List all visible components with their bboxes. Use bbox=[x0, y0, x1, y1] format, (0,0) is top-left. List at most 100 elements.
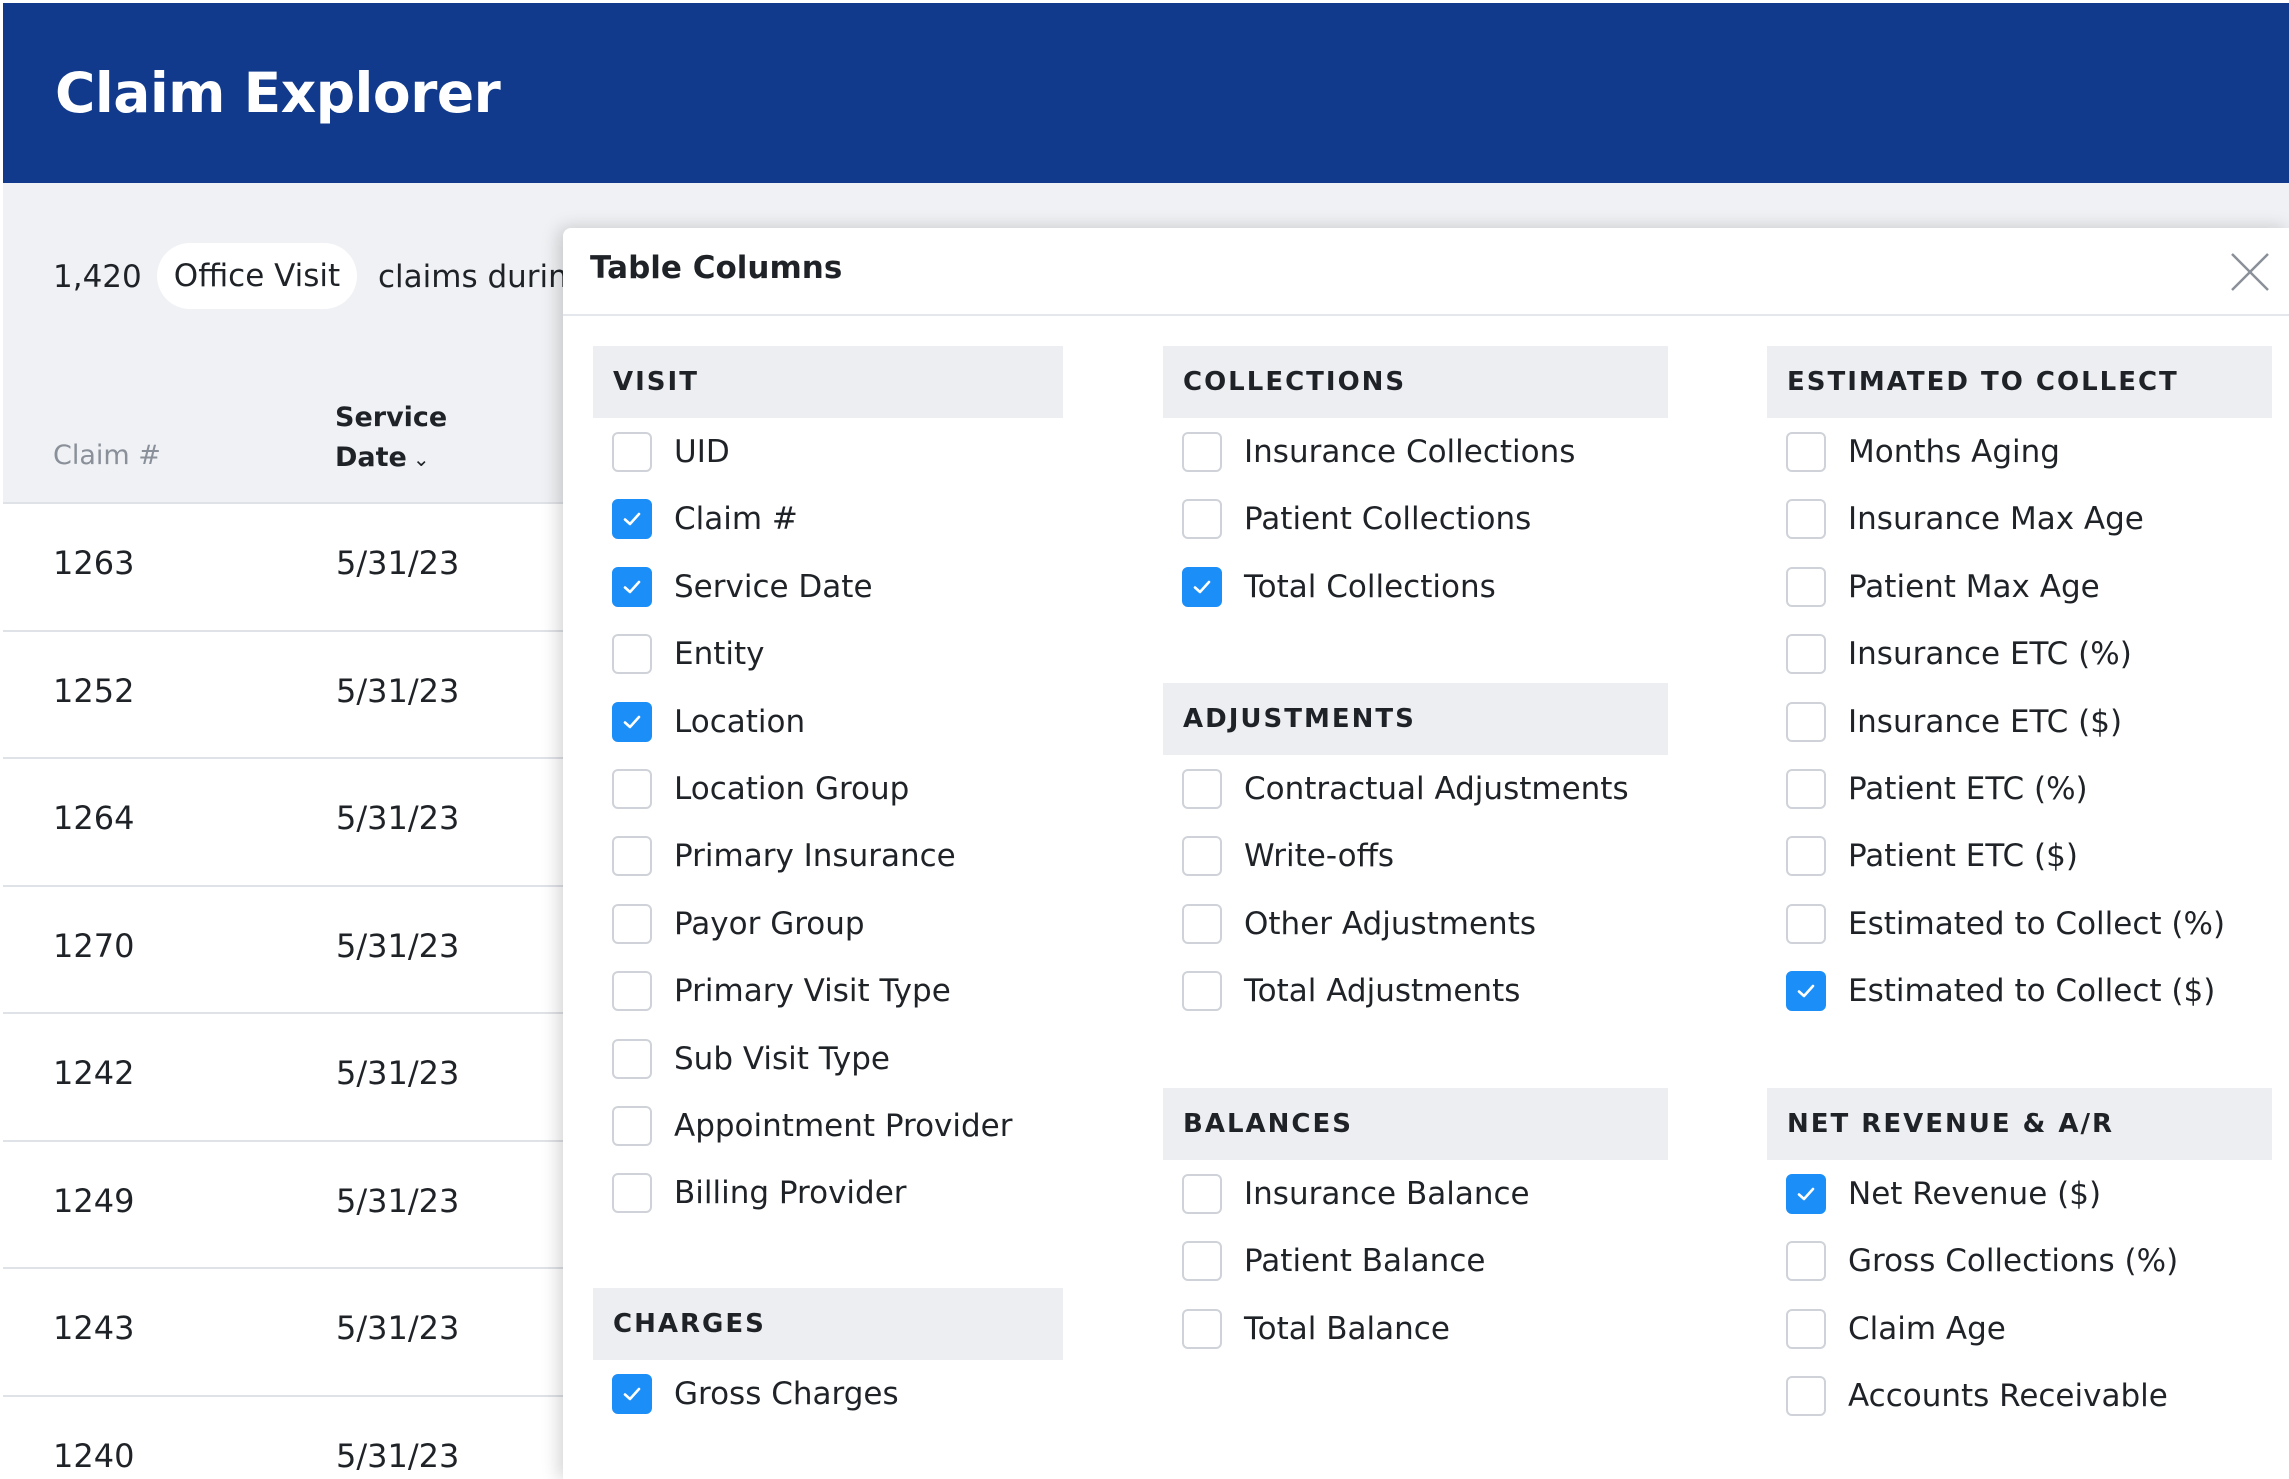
column-option-insurance-etc[interactable]: Insurance ETC ($) bbox=[1786, 697, 2122, 747]
column-option-insurance-max-age[interactable]: Insurance Max Age bbox=[1786, 494, 2144, 544]
column-option-payor-group[interactable]: Payor Group bbox=[612, 899, 865, 949]
checkbox-unchecked[interactable] bbox=[1786, 769, 1826, 809]
cell-service-date: 5/31/23 bbox=[336, 1436, 460, 1475]
checkbox-unchecked[interactable] bbox=[1182, 769, 1222, 809]
column-option-patient-etc[interactable]: Patient ETC (%) bbox=[1786, 764, 2088, 814]
table-row[interactable]: 1252 5/31/23 bbox=[3, 629, 573, 757]
section-header-estimated-to-collect: ESTIMATED TO COLLECT bbox=[1767, 346, 2272, 418]
cell-service-date: 5/31/23 bbox=[336, 799, 460, 837]
column-option-net-revenue[interactable]: Net Revenue ($) bbox=[1786, 1169, 2101, 1219]
column-option-other-adjustments[interactable]: Other Adjustments bbox=[1182, 899, 1536, 949]
checkbox-unchecked[interactable] bbox=[1786, 499, 1826, 540]
column-option-claim[interactable]: Claim # bbox=[612, 494, 798, 544]
column-header-claim[interactable]: Claim # bbox=[53, 440, 161, 471]
checkbox-unchecked[interactable] bbox=[1182, 1241, 1222, 1282]
checkbox-unchecked[interactable] bbox=[1182, 971, 1222, 1012]
column-option-patient-etc[interactable]: Patient ETC ($) bbox=[1786, 831, 2078, 881]
checkbox-checked[interactable] bbox=[612, 499, 652, 540]
column-option-label: Payor Group bbox=[674, 905, 865, 942]
column-option-uid[interactable]: UID bbox=[612, 427, 730, 477]
checkbox-checked[interactable] bbox=[612, 701, 652, 742]
column-option-gross-collections[interactable]: Gross Collections (%) bbox=[1786, 1236, 2178, 1286]
checkbox-unchecked[interactable] bbox=[1182, 836, 1222, 877]
column-option-patient-max-age[interactable]: Patient Max Age bbox=[1786, 562, 2100, 612]
column-option-billing-provider[interactable]: Billing Provider bbox=[612, 1168, 907, 1218]
column-option-patient-collections[interactable]: Patient Collections bbox=[1182, 494, 1531, 544]
checkbox-unchecked[interactable] bbox=[1786, 701, 1826, 742]
checkbox-unchecked[interactable] bbox=[1182, 1308, 1222, 1349]
column-option-label: Claim Age bbox=[1848, 1310, 2006, 1347]
close-button[interactable] bbox=[2226, 248, 2274, 296]
table-row[interactable]: 1264 5/31/23 bbox=[3, 757, 573, 885]
checkbox-unchecked[interactable] bbox=[1182, 1174, 1222, 1214]
column-option-insurance-etc[interactable]: Insurance ETC (%) bbox=[1786, 629, 2132, 679]
checkbox-unchecked[interactable] bbox=[1786, 566, 1826, 607]
checkbox-unchecked[interactable] bbox=[1182, 903, 1222, 944]
checkbox-unchecked[interactable] bbox=[1182, 499, 1222, 540]
table-row[interactable]: 1263 5/31/23 bbox=[3, 502, 573, 630]
checkbox-unchecked[interactable] bbox=[612, 634, 652, 675]
column-option-sub-visit-type[interactable]: Sub Visit Type bbox=[612, 1034, 890, 1084]
column-option-entity[interactable]: Entity bbox=[612, 629, 765, 679]
checkmark-icon bbox=[1193, 580, 1211, 594]
column-option-primary-visit-type[interactable]: Primary Visit Type bbox=[612, 966, 951, 1016]
column-option-appointment-provider[interactable]: Appointment Provider bbox=[612, 1101, 1013, 1151]
visit-type-filter-pill[interactable]: Office Visit bbox=[157, 243, 357, 309]
column-option-months-aging[interactable]: Months Aging bbox=[1786, 427, 2060, 477]
column-option-write-offs[interactable]: Write-offs bbox=[1182, 831, 1394, 881]
checkbox-unchecked[interactable] bbox=[1786, 432, 1826, 472]
checkbox-unchecked[interactable] bbox=[612, 432, 652, 472]
column-option-gross-charges[interactable]: Gross Charges bbox=[612, 1369, 899, 1419]
column-option-primary-insurance[interactable]: Primary Insurance bbox=[612, 831, 956, 881]
table-row[interactable]: 1249 5/31/23 bbox=[3, 1139, 573, 1267]
checkbox-checked[interactable] bbox=[1786, 971, 1826, 1012]
column-header-service-date[interactable]: Service Date ⌄ bbox=[335, 398, 447, 479]
checkbox-unchecked[interactable] bbox=[612, 769, 652, 809]
checkbox-checked[interactable] bbox=[612, 566, 652, 607]
column-option-location-group[interactable]: Location Group bbox=[612, 764, 909, 814]
column-option-claim-age[interactable]: Claim Age bbox=[1786, 1304, 2006, 1354]
column-option-contractual-adjustments[interactable]: Contractual Adjustments bbox=[1182, 764, 1629, 814]
column-option-total-balance[interactable]: Total Balance bbox=[1182, 1304, 1450, 1354]
checkbox-unchecked[interactable] bbox=[1182, 432, 1222, 472]
column-option-label: Insurance ETC (%) bbox=[1848, 636, 2132, 673]
checkbox-unchecked[interactable] bbox=[1786, 903, 1826, 944]
checkbox-unchecked[interactable] bbox=[1786, 1376, 1826, 1417]
cell-claim-id: 1264 bbox=[53, 799, 135, 837]
column-option-insurance-collections[interactable]: Insurance Collections bbox=[1182, 427, 1575, 477]
column-option-accounts-receivable[interactable]: Accounts Receivable bbox=[1786, 1371, 2168, 1421]
column-option-total-collections[interactable]: Total Collections bbox=[1182, 562, 1496, 612]
column-option-patient-balance[interactable]: Patient Balance bbox=[1182, 1236, 1485, 1286]
checkbox-checked[interactable] bbox=[612, 1374, 652, 1414]
checkbox-unchecked[interactable] bbox=[1786, 836, 1826, 877]
table-row[interactable]: 1243 5/31/23 bbox=[3, 1267, 573, 1395]
checkbox-unchecked[interactable] bbox=[1786, 1241, 1826, 1282]
checkbox-unchecked[interactable] bbox=[1786, 1308, 1826, 1349]
checkbox-unchecked[interactable] bbox=[1786, 634, 1826, 675]
table-row[interactable]: 1270 5/31/23 bbox=[3, 884, 573, 1012]
checkbox-unchecked[interactable] bbox=[612, 971, 652, 1012]
column-option-label: Total Balance bbox=[1244, 1310, 1450, 1347]
column-option-estimated-to-collect[interactable]: Estimated to Collect (%) bbox=[1786, 899, 2225, 949]
app-header: Claim Explorer bbox=[3, 3, 2289, 183]
checkbox-unchecked[interactable] bbox=[612, 1106, 652, 1146]
column-option-location[interactable]: Location bbox=[612, 697, 805, 747]
checkbox-unchecked[interactable] bbox=[612, 903, 652, 944]
column-option-service-date[interactable]: Service Date bbox=[612, 562, 873, 612]
checkbox-checked[interactable] bbox=[1786, 1174, 1826, 1214]
checkbox-checked[interactable] bbox=[1182, 566, 1222, 607]
checkbox-unchecked[interactable] bbox=[612, 1038, 652, 1079]
checkmark-icon bbox=[1797, 1187, 1815, 1201]
checkbox-unchecked[interactable] bbox=[612, 1173, 652, 1214]
column-option-label: Insurance Balance bbox=[1244, 1176, 1530, 1212]
column-option-estimated-to-collect[interactable]: Estimated to Collect ($) bbox=[1786, 966, 2215, 1016]
cell-claim-id: 1270 bbox=[53, 926, 135, 965]
column-option-label: Insurance ETC ($) bbox=[1848, 703, 2123, 740]
checkbox-unchecked[interactable] bbox=[612, 836, 652, 877]
table-row[interactable]: 1240 5/31/23 bbox=[3, 1394, 573, 1479]
column-option-insurance-balance[interactable]: Insurance Balance bbox=[1182, 1169, 1530, 1219]
column-option-label: Claim # bbox=[674, 501, 798, 538]
table-row[interactable]: 1242 5/31/23 bbox=[3, 1012, 573, 1140]
cell-claim-id: 1243 bbox=[53, 1309, 135, 1347]
column-option-total-adjustments[interactable]: Total Adjustments bbox=[1182, 966, 1520, 1016]
